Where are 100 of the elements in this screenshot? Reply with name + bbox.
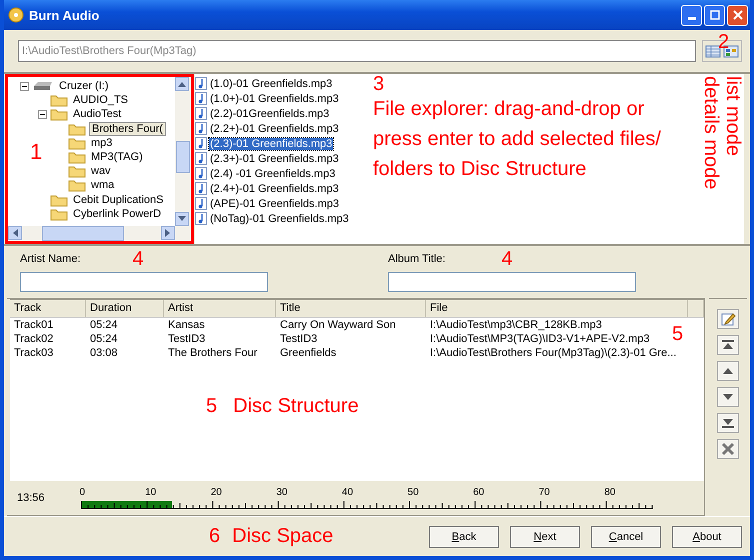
move-to-bottom-icon bbox=[721, 417, 735, 429]
field-label: Album Title: bbox=[388, 253, 446, 265]
move-down-button[interactable] bbox=[717, 387, 739, 407]
annotation-number: 3 bbox=[373, 74, 386, 94]
tick-label: 40 bbox=[342, 487, 354, 498]
tree-item[interactable]: wav bbox=[89, 165, 113, 178]
dialog-button[interactable]: About bbox=[672, 526, 742, 548]
tree-item[interactable]: wma bbox=[89, 179, 116, 192]
file-item[interactable]: (2.3+)-01 Greenfields.mp3 bbox=[209, 152, 340, 164]
folder-icon bbox=[68, 164, 86, 178]
tick-label: 20 bbox=[210, 487, 222, 498]
folder-icon bbox=[68, 136, 86, 150]
annotation-number: 5 bbox=[672, 323, 684, 346]
table-cell-text: 05:24 bbox=[89, 318, 119, 332]
table-cell-text: Kansas bbox=[167, 318, 206, 332]
annotation-number: 4 bbox=[132, 248, 144, 270]
edit-button[interactable] bbox=[717, 309, 739, 329]
drive-icon bbox=[32, 80, 54, 92]
file-item[interactable]: (2.3)-01 Greenfields.mp3 bbox=[209, 138, 334, 150]
file-item[interactable]: (1.0)-01 Greenfields.mp3 bbox=[209, 78, 334, 90]
dialog-button[interactable]: Next bbox=[510, 526, 580, 548]
artist-name-field[interactable] bbox=[20, 272, 268, 292]
folder-icon bbox=[50, 107, 68, 122]
column-header[interactable]: File bbox=[426, 300, 688, 317]
minimize-button[interactable] bbox=[681, 4, 702, 26]
vertical-scrollbar[interactable] bbox=[175, 77, 191, 226]
file-item[interactable]: (2.2+)-01 Greenfields.mp3 bbox=[209, 122, 340, 134]
table-cell-text: I:\AudioTest\Brothers Four(Mp3Tag)\(2.3)-01 Gre... bbox=[429, 346, 678, 360]
collapse-toggle-icon[interactable] bbox=[38, 110, 47, 119]
move-to-top-icon bbox=[721, 339, 735, 351]
table-cell-text: Track02 bbox=[13, 332, 54, 346]
table-cell-text: TestID3 bbox=[167, 332, 206, 346]
annotation-number: 1 bbox=[30, 139, 42, 165]
file-item[interactable]: (2.2)-01Greenfields.mp3 bbox=[209, 108, 330, 120]
tick-label: 80 bbox=[604, 487, 616, 498]
maximize-button[interactable] bbox=[704, 4, 725, 26]
path-field[interactable]: I:\AudioTest\Brothers Four(Mp3Tag) bbox=[18, 40, 696, 62]
move-to-top-button[interactable] bbox=[717, 335, 739, 355]
scroll-thumb[interactable] bbox=[176, 141, 190, 173]
pencil-icon bbox=[720, 311, 736, 327]
collapse-toggle-icon[interactable] bbox=[20, 82, 29, 91]
scroll-right-arrow-icon bbox=[165, 229, 171, 237]
table-cell-text: Track01 bbox=[13, 318, 54, 332]
maximize-icon bbox=[710, 10, 720, 20]
close-button[interactable] bbox=[727, 4, 748, 26]
window-title: Burn Audio bbox=[29, 8, 100, 22]
close-icon bbox=[732, 10, 742, 20]
horizontal-scrollbar[interactable] bbox=[8, 226, 191, 241]
tick-label: 30 bbox=[276, 487, 288, 498]
folder-icon bbox=[68, 178, 86, 192]
album-title-field[interactable] bbox=[388, 272, 636, 292]
file-item[interactable]: (2.4+)-01 Greenfields.mp3 bbox=[209, 182, 340, 194]
tree-item[interactable]: AudioTest bbox=[71, 108, 124, 120]
field-label: Artist Name: bbox=[20, 253, 81, 265]
delete-icon bbox=[721, 442, 735, 456]
annotation-text: Disc Space bbox=[232, 525, 334, 548]
move-to-bottom-button[interactable] bbox=[717, 413, 739, 433]
folder-icon bbox=[50, 206, 68, 221]
tree-item[interactable]: mp3 bbox=[89, 136, 114, 149]
annotation-number: 4 bbox=[501, 248, 513, 270]
table-cell-text: I:\AudioTest\mp3\CBR_128KB.mp3 bbox=[429, 318, 603, 332]
annotation-text: details mode bbox=[700, 76, 722, 192]
column-header[interactable]: Duration bbox=[86, 300, 164, 317]
move-up-button[interactable] bbox=[717, 361, 739, 381]
file-item[interactable]: (2.4) -01 Greenfields.mp3 bbox=[209, 168, 336, 180]
tree-item[interactable]: MP3(TAG) bbox=[89, 151, 145, 164]
column-header[interactable]: Track bbox=[10, 300, 86, 317]
folder-icon bbox=[50, 93, 68, 108]
tree-item[interactable]: AUDIO_TS bbox=[71, 94, 130, 106]
file-item[interactable]: (APE)-01 Greenfields.mp3 bbox=[209, 198, 340, 210]
dialog-button[interactable]: Back bbox=[429, 526, 499, 548]
table-cell-text: Greenfields bbox=[279, 346, 338, 360]
folder-icon bbox=[68, 122, 86, 136]
disc-time: 13:56 bbox=[17, 492, 45, 504]
delete-button[interactable] bbox=[717, 439, 739, 459]
file-item[interactable]: (1.0+)-01 Greenfields.mp3 bbox=[209, 92, 340, 104]
dialog-button[interactable]: Cancel bbox=[591, 526, 661, 548]
up-arrow-icon bbox=[721, 366, 735, 376]
table-cell-text: I:\AudioTest\MP3(TAG)\ID3-V1+APE-V2.mp3 bbox=[429, 332, 651, 346]
annotation-number: 6 bbox=[209, 525, 220, 548]
tree-item[interactable]: Cruzer (I:) bbox=[57, 80, 110, 92]
minimize-icon bbox=[688, 16, 696, 20]
tick-label: 50 bbox=[408, 487, 419, 498]
folder-icon bbox=[68, 150, 86, 164]
scroll-thumb[interactable] bbox=[42, 226, 124, 241]
column-header[interactable]: Title bbox=[276, 300, 426, 317]
annotation-number: 5 bbox=[206, 395, 218, 418]
tick-label: 10 bbox=[145, 487, 156, 498]
tree-item[interactable]: Brothers Four( bbox=[89, 122, 166, 136]
file-item[interactable]: (NoTag)-01 Greenfields.mp3 bbox=[209, 212, 350, 224]
tick-label: 0 bbox=[80, 487, 86, 498]
table-cell-text: TestID3 bbox=[279, 332, 318, 346]
scroll-up-arrow-icon bbox=[178, 81, 186, 87]
tree-item[interactable]: Cebit DuplicationS bbox=[71, 194, 166, 206]
table-cell-text: Carry On Wayward Son bbox=[279, 318, 397, 332]
tree-item[interactable]: Cyberlink PowerD bbox=[71, 208, 164, 220]
folder-icon bbox=[50, 192, 68, 207]
table-cell-text: Track03 bbox=[13, 346, 54, 360]
annotation-text: File explorer: drag-and-drop or press enter to add selected files/ folders to Disc Structure bbox=[373, 97, 662, 182]
column-header[interactable]: Artist bbox=[164, 300, 276, 317]
